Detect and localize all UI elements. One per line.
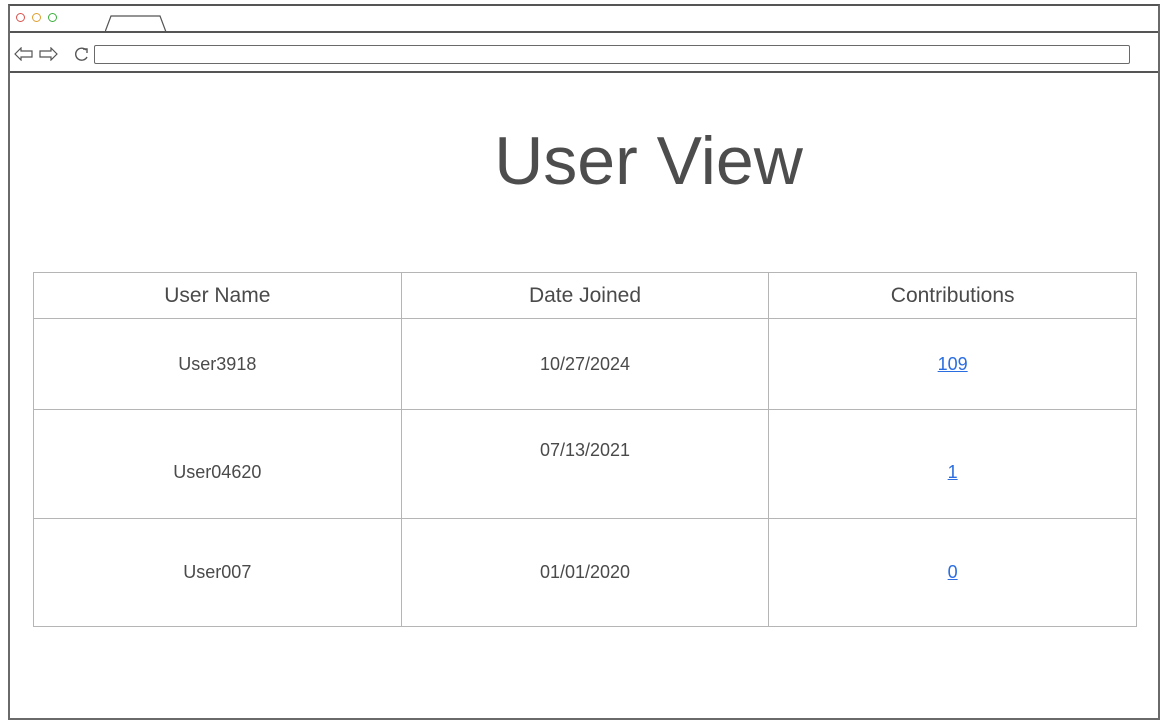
- user-name-cell: User007: [33, 518, 402, 627]
- contributions-link[interactable]: 1: [948, 462, 958, 482]
- back-arrow-icon[interactable]: [14, 47, 34, 61]
- contributions-cell: 0: [768, 518, 1137, 627]
- user-name-cell: User04620: [33, 409, 402, 519]
- browser-toolbar: [10, 33, 1158, 73]
- user-name-cell: User3918: [33, 318, 402, 410]
- table-row: User007 01/01/2020 0: [33, 518, 1137, 627]
- date-joined-text: 07/13/2021: [539, 439, 631, 460]
- contributions-cell: 109: [768, 318, 1137, 410]
- maximize-window-button[interactable]: [48, 13, 57, 22]
- contributions-link[interactable]: 109: [938, 354, 968, 374]
- date-joined-cell: 01/01/2020: [400, 518, 770, 627]
- date-joined-cell: 10/27/2024: [400, 318, 770, 410]
- address-bar[interactable]: [94, 45, 1130, 64]
- table-header-row: User Name Date Joined Contributions: [33, 272, 1137, 319]
- column-header-contributions: Contributions: [768, 272, 1137, 319]
- page-title: User View: [494, 123, 803, 199]
- reload-icon[interactable]: [74, 45, 90, 63]
- browser-titlebar: [10, 6, 1158, 33]
- users-table: User Name Date Joined Contributions User…: [33, 272, 1137, 627]
- close-window-button[interactable]: [16, 13, 25, 22]
- table-row: User04620 07/13/2021 1: [33, 409, 1137, 519]
- table-row: User3918 10/27/2024 109: [33, 318, 1137, 410]
- browser-tab[interactable]: [105, 15, 167, 32]
- minimize-window-button[interactable]: [32, 13, 41, 22]
- contributions-cell: 1: [768, 409, 1137, 519]
- date-joined-cell: 07/13/2021: [400, 409, 770, 519]
- contributions-link[interactable]: 0: [948, 562, 958, 582]
- forward-arrow-icon[interactable]: [38, 47, 58, 61]
- user-name-text: User04620: [173, 461, 262, 482]
- column-header-date-joined: Date Joined: [400, 272, 770, 319]
- column-header-user-name: User Name: [33, 272, 402, 319]
